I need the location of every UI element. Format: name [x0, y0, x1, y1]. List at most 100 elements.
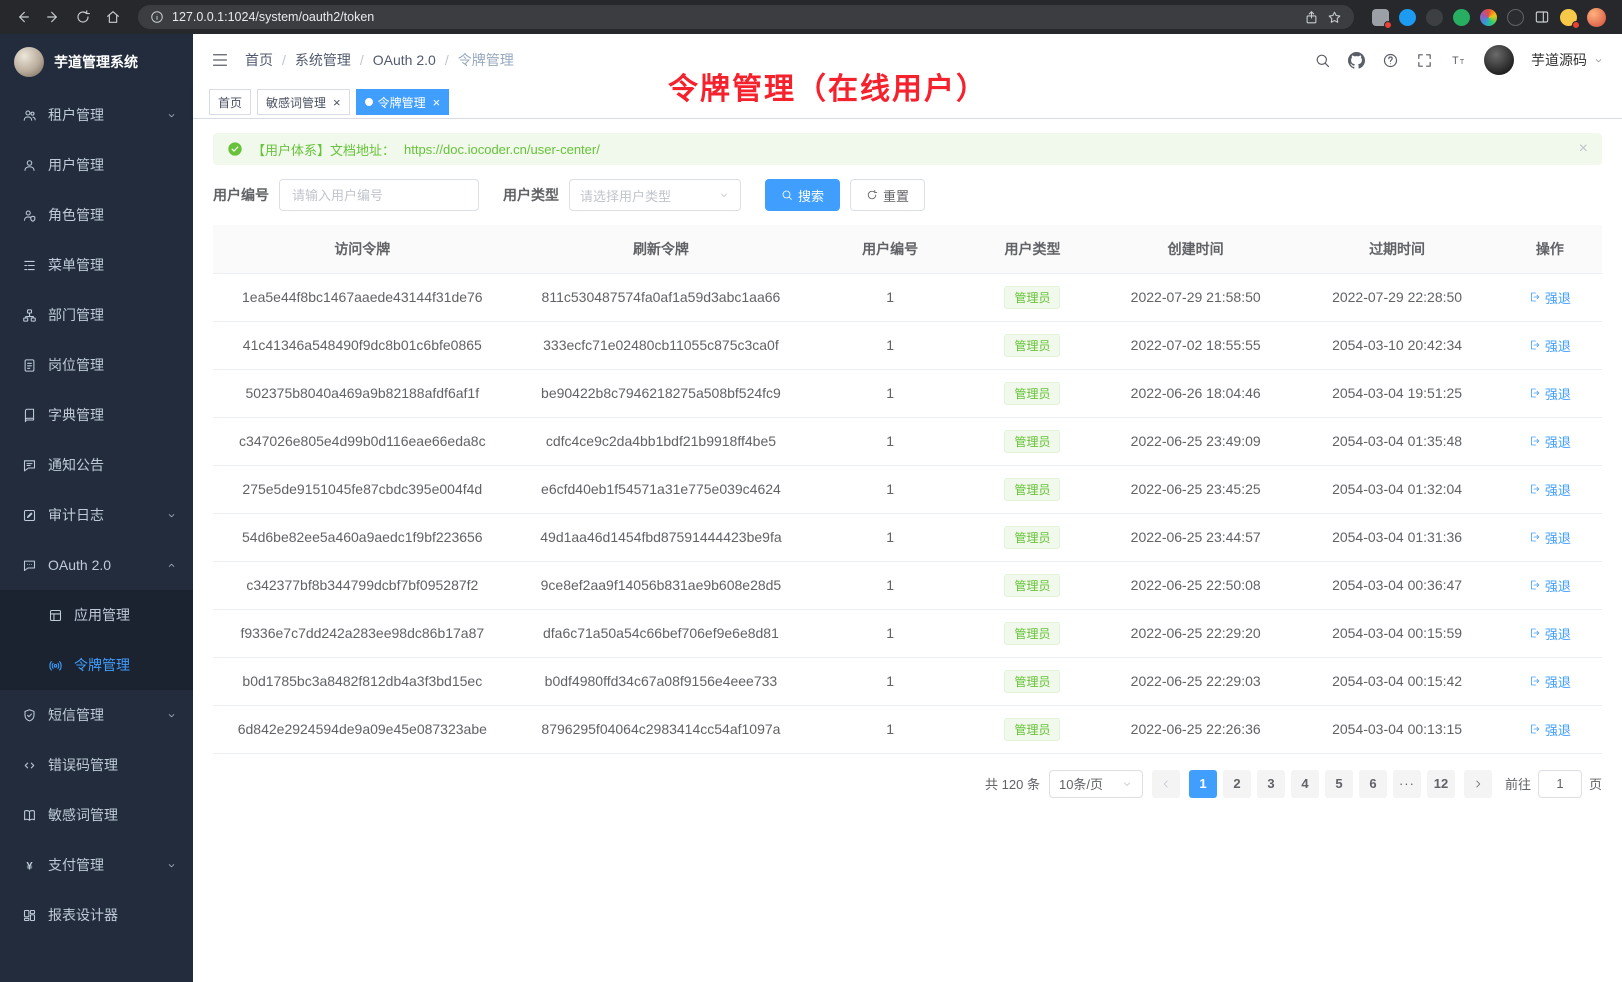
browser-profile-avatar[interactable] — [1587, 8, 1606, 27]
expire-time-cell: 2054-03-04 19:51:25 — [1296, 369, 1497, 417]
sidebar-item[interactable]: 字典管理 — [0, 390, 193, 440]
breadcrumb-item[interactable]: 令牌管理 — [458, 50, 514, 70]
force-logout-button[interactable]: 强退 — [1529, 432, 1571, 451]
sidebar-item[interactable]: 角色管理 — [0, 190, 193, 240]
force-logout-button[interactable]: 强退 — [1529, 336, 1571, 355]
force-logout-icon — [1529, 387, 1541, 399]
refresh-token-cell: cdfc4ce9c2da4bb1bdf21b9918ff4be5 — [512, 417, 811, 465]
alert-close-icon[interactable]: × — [1579, 141, 1588, 157]
page-button[interactable]: 6 — [1359, 770, 1387, 798]
sidebar-item[interactable]: 错误码管理 — [0, 740, 193, 790]
bookmark-star-icon[interactable] — [1327, 10, 1342, 25]
sidebar: 芋道管理系统 租户管理 用户管理 角色管理 — [0, 34, 193, 982]
force-logout-button[interactable]: 强退 — [1529, 720, 1571, 739]
smiley-extension-icon[interactable] — [1560, 9, 1577, 26]
page-button[interactable]: 2 — [1223, 770, 1251, 798]
breadcrumb-item[interactable]: 首页 — [245, 50, 273, 70]
sidebar-item[interactable]: 短信管理 — [0, 690, 193, 740]
search-icon[interactable] — [1314, 52, 1331, 69]
access-token-cell: 1ea5e44f8bc1467aaede43144f31de76 — [213, 273, 512, 321]
fullscreen-icon[interactable] — [1416, 52, 1433, 69]
force-logout-button[interactable]: 强退 — [1529, 576, 1571, 595]
goto-page-input[interactable] — [1538, 770, 1582, 798]
sidebar-item[interactable]: 敏感词管理 — [0, 790, 193, 840]
sidebar-item[interactable]: 令牌管理 — [0, 640, 193, 690]
sidebar-item[interactable]: 菜单管理 — [0, 240, 193, 290]
sidebar-item-label: 支付管理 — [48, 855, 104, 875]
user-menu[interactable]: 芋道源码 — [1531, 50, 1604, 70]
breadcrumb-item[interactable]: 系统管理 — [295, 50, 351, 70]
force-logout-button[interactable]: 强退 — [1529, 288, 1571, 307]
page-button[interactable]: 3 — [1257, 770, 1285, 798]
sidebar-item[interactable]: 岗位管理 — [0, 340, 193, 390]
sidebar-item[interactable]: OAuth 2.0 — [0, 540, 193, 590]
table-row: f9336e7c7dd242a283ee98dc86b17a87 dfa6c71… — [213, 609, 1602, 657]
page-button[interactable]: 4 — [1291, 770, 1319, 798]
sidebar-item[interactable]: 审计日志 — [0, 490, 193, 540]
create-time-cell: 2022-06-25 22:29:20 — [1095, 609, 1296, 657]
browser-back-button[interactable] — [10, 4, 36, 30]
user-type-badge: 管理员 — [1004, 334, 1060, 357]
chevron-down-icon — [166, 110, 177, 121]
dark-extension-2-icon[interactable] — [1507, 9, 1524, 26]
sidebar-item[interactable]: 报表设计器 — [0, 890, 193, 940]
github-icon[interactable] — [1348, 52, 1365, 69]
force-logout-button[interactable]: 强退 — [1529, 480, 1571, 499]
dark-extension-icon[interactable] — [1426, 9, 1443, 26]
expire-time-cell: 2054-03-04 01:35:48 — [1296, 417, 1497, 465]
action-cell: 强退 — [1498, 417, 1602, 465]
site-info-icon[interactable] — [150, 10, 164, 24]
prev-page-button[interactable] — [1152, 770, 1180, 798]
side-panel-icon[interactable] — [1534, 9, 1550, 25]
page-button[interactable]: ··· — [1393, 770, 1421, 798]
user-type-select[interactable]: 请选择用户类型 — [569, 179, 741, 211]
user-type-badge: 管理员 — [1004, 286, 1060, 309]
tab-close-icon[interactable]: × — [433, 96, 441, 109]
rainbow-extension-icon[interactable] — [1480, 9, 1497, 26]
app-logo[interactable]: 芋道管理系统 — [0, 34, 193, 90]
green-extension-icon[interactable] — [1453, 9, 1470, 26]
tab-close-icon[interactable]: × — [333, 96, 341, 109]
page-button[interactable]: 5 — [1325, 770, 1353, 798]
sidebar-item[interactable]: 用户管理 — [0, 140, 193, 190]
next-page-button[interactable] — [1464, 770, 1492, 798]
address-bar[interactable]: 127.0.0.1:1024/system/oauth2/token — [138, 5, 1354, 29]
view-tab[interactable]: 敏感词管理 × — [257, 89, 350, 115]
user-id-input[interactable] — [279, 179, 479, 211]
reset-button[interactable]: 重置 — [850, 179, 925, 211]
font-size-icon[interactable]: TT — [1450, 52, 1467, 69]
sidebar-item[interactable]: 支付管理 — [0, 840, 193, 890]
twitter-extension-icon[interactable] — [1399, 9, 1416, 26]
user-avatar[interactable] — [1484, 45, 1514, 75]
browser-home-button[interactable] — [100, 4, 126, 30]
share-icon[interactable] — [1304, 10, 1319, 25]
force-logout-button[interactable]: 强退 — [1529, 624, 1571, 643]
sidebar-item[interactable]: 通知公告 — [0, 440, 193, 490]
url-text[interactable]: 127.0.0.1:1024/system/oauth2/token — [172, 10, 1296, 24]
view-tab[interactable]: 令牌管理 × — [356, 89, 450, 115]
sidebar-item[interactable]: 应用管理 — [0, 590, 193, 640]
breadcrumb-item[interactable]: OAuth 2.0 — [373, 52, 436, 68]
force-logout-icon — [1529, 435, 1541, 447]
page-button[interactable]: 1 — [1189, 770, 1217, 798]
expire-time-cell: 2054-03-04 00:15:59 — [1296, 609, 1497, 657]
chevron-down-icon — [1121, 778, 1133, 790]
browser-forward-button[interactable] — [40, 4, 66, 30]
force-logout-button[interactable]: 强退 — [1529, 528, 1571, 547]
help-icon[interactable] — [1382, 52, 1399, 69]
page-button[interactable]: 12 — [1427, 770, 1455, 798]
browser-reload-button[interactable] — [70, 4, 96, 30]
sidebar-item[interactable]: 租户管理 — [0, 90, 193, 140]
sidebar-item[interactable]: 部门管理 — [0, 290, 193, 340]
search-button[interactable]: 搜索 — [765, 179, 840, 211]
page-size-select[interactable]: 10条/页 — [1049, 770, 1143, 798]
view-tab[interactable]: 首页 × — [209, 89, 251, 115]
force-logout-button[interactable]: 强退 — [1529, 672, 1571, 691]
sidebar-toggle-icon[interactable] — [211, 51, 229, 69]
force-logout-button[interactable]: 强退 — [1529, 384, 1571, 403]
doc-link[interactable]: https://doc.iocoder.cn/user-center/ — [404, 142, 600, 157]
user-id-cell: 1 — [810, 273, 970, 321]
force-logout-icon — [1529, 339, 1541, 351]
column-header: 过期时间 — [1296, 225, 1497, 273]
extension-icon[interactable] — [1372, 9, 1389, 26]
